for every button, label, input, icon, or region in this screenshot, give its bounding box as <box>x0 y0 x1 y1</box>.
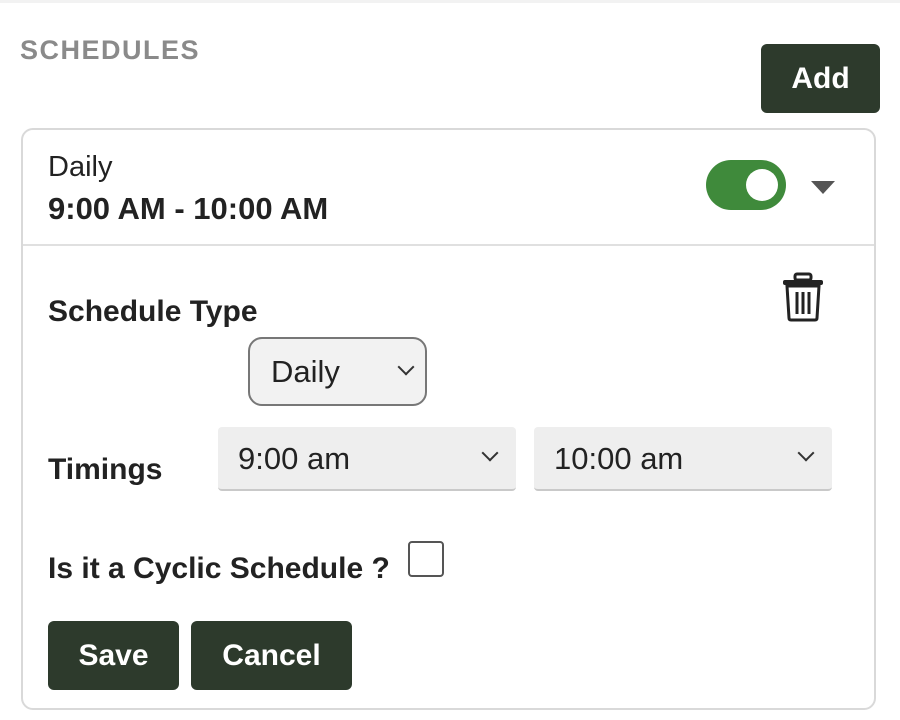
cyclic-schedule-label: Is it a Cyclic Schedule ? <box>48 552 390 585</box>
cyclic-schedule-checkbox[interactable] <box>408 541 444 577</box>
chevron-down-icon <box>481 444 499 462</box>
end-time-value: 10:00 am <box>554 441 684 476</box>
chevron-down-icon <box>797 444 815 462</box>
chevron-down-icon <box>397 358 415 376</box>
schedule-card-header[interactable]: Daily 9:00 AM - 10:00 AM <box>23 130 874 246</box>
schedule-type-label: Schedule Type <box>48 295 258 328</box>
trash-icon[interactable] <box>781 272 825 322</box>
timings-label: Timings <box>48 453 163 486</box>
start-time-value: 9:00 am <box>238 441 351 476</box>
toggle-knob <box>746 169 778 201</box>
schedule-type-value: Daily <box>271 354 340 389</box>
trash-icon-svg <box>783 272 823 322</box>
caret-down-icon[interactable] <box>811 181 835 194</box>
add-schedule-button[interactable]: Add <box>761 44 880 113</box>
save-button[interactable]: Save <box>48 621 179 690</box>
schedule-enabled-toggle[interactable] <box>706 160 786 210</box>
start-time-select[interactable]: 9:00 am <box>218 427 516 491</box>
end-time-select[interactable]: 10:00 am <box>534 427 832 491</box>
schedule-type-select[interactable]: Daily <box>248 337 427 406</box>
schedule-summary-time: 9:00 AM - 10:00 AM <box>48 191 329 226</box>
schedule-card: Daily 9:00 AM - 10:00 AM Schedule Type D… <box>21 128 876 710</box>
schedules-panel: SCHEDULES Add Daily 9:00 AM - 10:00 AM S… <box>0 0 900 720</box>
top-divider <box>0 0 900 3</box>
section-title: SCHEDULES <box>20 35 201 65</box>
cancel-button[interactable]: Cancel <box>191 621 352 690</box>
schedule-summary-type: Daily <box>48 151 113 183</box>
